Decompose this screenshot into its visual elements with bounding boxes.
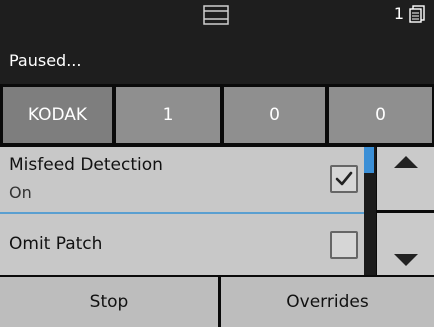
list-item-title: Misfeed Detection <box>9 155 163 175</box>
arrow-up-icon <box>394 156 418 168</box>
status-header: 1 Paused... <box>0 0 434 84</box>
scanner-screen: 1 Paused... KODAK 1 0 0 Misfeed Detectio… <box>0 0 434 327</box>
counter-3: 0 <box>329 87 432 143</box>
scroll-up-button[interactable] <box>377 147 434 210</box>
counter-2: 0 <box>224 87 325 143</box>
stop-button[interactable]: Stop <box>0 277 218 327</box>
status-text: Paused... <box>9 51 82 70</box>
checkmark-icon <box>335 171 353 186</box>
list-item-subtitle: On <box>9 183 32 202</box>
settings-list: Misfeed Detection On Omit Patch <box>0 147 364 275</box>
overrides-button[interactable]: Overrides <box>221 277 434 327</box>
page-count: 1 <box>393 4 404 23</box>
misfeed-detection-checkbox[interactable] <box>330 165 358 193</box>
scanner-icon <box>203 5 229 25</box>
counter-1: 1 <box>116 87 220 143</box>
arrow-down-icon <box>394 254 418 266</box>
list-item-omit-patch[interactable]: Omit Patch <box>0 214 364 275</box>
list-item-misfeed-detection[interactable]: Misfeed Detection On <box>0 147 364 214</box>
omit-patch-checkbox[interactable] <box>330 231 358 259</box>
list-item-title: Omit Patch <box>9 234 103 254</box>
scrollbar-thumb[interactable] <box>364 147 374 173</box>
counters-row: KODAK 1 0 0 <box>0 84 434 147</box>
scroll-down-button[interactable] <box>377 213 434 275</box>
brand-label: KODAK <box>3 87 112 143</box>
page-stack-icon <box>409 5 425 23</box>
